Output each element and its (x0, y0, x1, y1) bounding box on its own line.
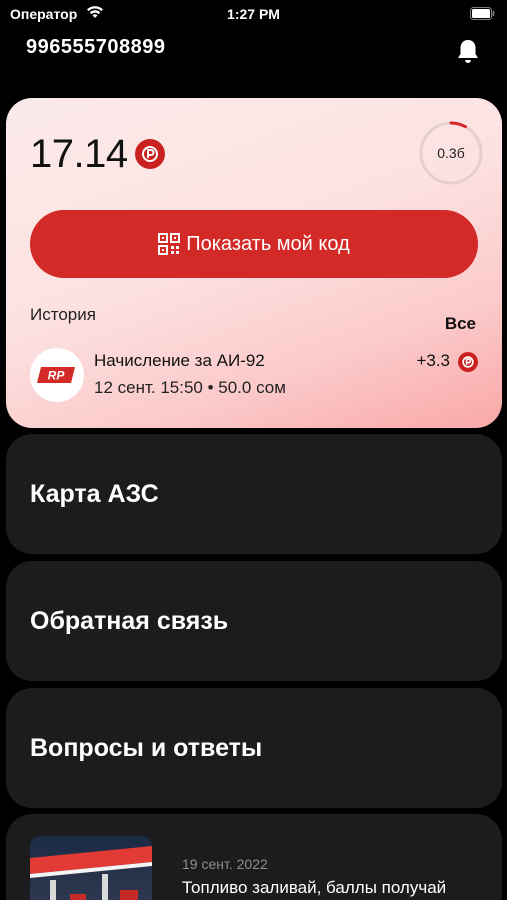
history-item-meta: 12 сент. 15:50 • 50.0 сом (94, 378, 286, 397)
menu-item-label: Обратная связь (30, 607, 229, 635)
svg-text:RP: RP (48, 369, 66, 383)
clock: 1:27 PM (227, 6, 280, 22)
points-balance: 17.14 (30, 132, 128, 176)
user-phone: 996555708899 (26, 36, 166, 58)
news-card[interactable]: 19 сент. 2022 Топливо заливай, баллы пол… (6, 814, 502, 900)
balance-card: 17.14 0.3б Показать мой код История Все (6, 98, 502, 428)
history-all-link[interactable]: Все (445, 314, 476, 334)
points-icon (135, 139, 165, 169)
qr-code-icon (158, 233, 181, 255)
news-title: Топливо заливай, баллы получай (182, 878, 447, 897)
news-image (30, 836, 152, 900)
show-code-button[interactable]: Показать мой код (30, 210, 478, 278)
history-item-title: Начисление за АИ-92 (94, 351, 265, 370)
news-date: 19 сент. 2022 (182, 856, 268, 872)
menu-item-feedback[interactable]: Обратная связь (6, 561, 502, 681)
menu-item-faq[interactable]: Вопросы и ответы (6, 688, 502, 808)
menu-item-label: Карта АЗС (30, 480, 159, 508)
menu-item-station-map[interactable]: Карта АЗС (6, 434, 502, 554)
rp-logo-icon: RP (37, 367, 75, 383)
history-item[interactable]: RP Начисление за АИ-92 12 сент. 15:50 • … (30, 348, 478, 404)
bell-icon[interactable] (456, 38, 480, 66)
level-progress-label: 0.3б (437, 145, 465, 161)
brand-logo: RP (30, 348, 84, 402)
points-icon (458, 352, 478, 372)
history-title: История (30, 305, 96, 324)
menu-item-label: Вопросы и ответы (30, 734, 263, 762)
battery-icon (470, 7, 495, 20)
show-code-label: Показать мой код (186, 232, 350, 255)
history-item-amount: +3.3 (416, 351, 450, 370)
status-bar: Оператор 1:27 PM (0, 0, 507, 30)
